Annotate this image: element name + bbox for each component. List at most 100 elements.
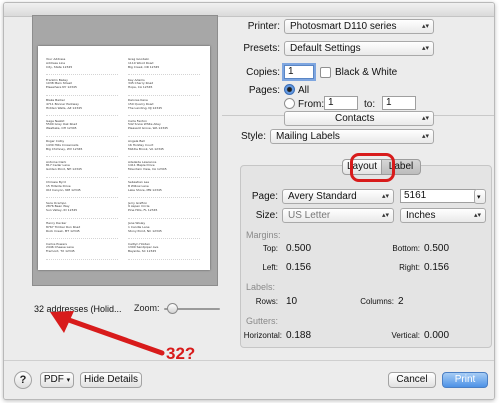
chevron-down-icon: ▾ xyxy=(477,194,481,201)
cancel-button[interactable]: Cancel xyxy=(388,372,436,388)
label-code-value: 5161 xyxy=(404,190,427,201)
preview-address-line: Hope, CA 12345 xyxy=(128,86,153,90)
units-value: Inches xyxy=(406,210,436,221)
copies-label: Copies: xyxy=(246,67,280,78)
style-label: Style: xyxy=(240,131,266,142)
preview-address-label: Kay Adams 345 Cherry Road Hope, CA 12345 xyxy=(128,79,200,96)
hide-details-button[interactable]: Hide Details xyxy=(80,372,142,388)
labels-heading: Labels: xyxy=(246,282,276,292)
pages-to-label: to: xyxy=(364,99,376,110)
preview-address-line: Pleasant Grove, WA 12345 xyxy=(128,127,168,131)
preview-address-label: Jane Wisley 1 Candle Lane Stony Point, NC … xyxy=(128,222,200,239)
columns-label: Columns: xyxy=(360,297,394,306)
preview-address-label: Roger Colby 1430 Hills Crossroads Big Chim… xyxy=(46,140,118,157)
margins-heading: Margins: xyxy=(246,230,281,240)
preview-address-line: Middle Brook, VA 12345 xyxy=(128,147,164,151)
preview-address-label: Greg Goodwin 1110 Wood Road Big Creek, OR … xyxy=(128,58,200,75)
app-options-popup[interactable]: Contacts ▴▾ xyxy=(284,111,434,126)
preview-address-label: Chrissie Byrd 15 Hillside Drive Old Canyon… xyxy=(46,181,118,198)
rows-label: Rows: xyxy=(255,297,278,306)
preview-address-label: Your Address Address Line City, State 1234… xyxy=(46,58,118,75)
printer-popup[interactable]: Photosmart D110 series ▴▾ xyxy=(284,19,434,34)
updown-arrows-icon: ▴▾ xyxy=(421,45,429,52)
pages-range-radio[interactable] xyxy=(284,98,295,109)
updown-arrows-icon: ▴▾ xyxy=(421,133,429,140)
pages-from-field[interactable]: 1 xyxy=(324,96,358,110)
preview-address-line: Pine Hills, FL 12345 xyxy=(128,209,158,213)
preview-address-label: Franklin Bailey 1038 Main Street Elsewhere… xyxy=(46,79,118,96)
margin-bottom-label: Bottom: xyxy=(392,244,420,253)
style-value: Mailing Labels xyxy=(276,131,340,142)
gutter-horizontal-value[interactable]: 0.188 xyxy=(286,330,311,341)
pages-to-field[interactable]: 1 xyxy=(382,96,416,110)
page-type-label: Page: xyxy=(251,191,278,202)
preview-address-label: Caitlyn Holden 1300 Sandpiper Ave Bayside,… xyxy=(128,243,200,260)
preview-address-label: Sebastian Lee 8 Willow Lane Lake Shore, MN… xyxy=(128,181,200,198)
print-dialog: Your Address Address Line City, State 1234… xyxy=(3,2,495,400)
preview-address-line: Old Canyon, NM 12345 xyxy=(46,188,81,192)
preview-address-label: Delores Kane 150 Quarry Road The Landing, … xyxy=(128,99,200,116)
copies-field[interactable]: 1 xyxy=(284,65,314,79)
preview-address-label: Angela Bell 16 Holiday Court Middle Brook,… xyxy=(128,140,200,157)
printer-value: Photosmart D110 series xyxy=(290,21,397,32)
pages-all-label: All xyxy=(298,85,310,96)
updown-arrows-icon: ▴▾ xyxy=(381,212,389,219)
preview-address-line: Elsewhere NY 12345 xyxy=(46,86,77,90)
preview-address-label: Sara Ocampo 2876 Bean Way Sun Valley, ID 1… xyxy=(46,202,118,219)
preview-address-label: Blake Barker 4711 Bonner Parkway Hidden We… xyxy=(46,99,118,116)
preview-address-label: Carla Fenton 542 Snow White Alley Pleasant… xyxy=(128,120,200,137)
annotation-highlight xyxy=(350,153,395,182)
pdf-label: PDF xyxy=(43,374,64,385)
rows-value[interactable]: 10 xyxy=(286,296,297,307)
size-label: Size: xyxy=(255,210,278,221)
printer-label: Printer: xyxy=(247,21,280,32)
preview-address-line: Stony Point, NC 12345 xyxy=(128,229,162,233)
size-popup[interactable]: US Letter ▴▾ xyxy=(282,208,394,223)
preview-address-line: Mountain View, CA 12345 xyxy=(128,168,167,172)
preview-address-line: Sun Valley, ID 12345 xyxy=(46,209,78,213)
label-code-combo[interactable]: 5161 xyxy=(400,189,476,203)
style-popup[interactable]: Mailing Labels ▴▾ xyxy=(270,129,434,144)
preview-address-line: Westlake, OH 12345 xyxy=(46,127,77,131)
preview-address-line: Big Creek, OR 12345 xyxy=(128,65,160,69)
margin-right-label: Right: xyxy=(399,263,420,272)
app-options-value: Contacts xyxy=(335,113,375,124)
preview-address-line: The Landing, NJ 12345 xyxy=(128,106,163,110)
black-white-label: Black & White xyxy=(335,67,398,78)
updown-arrows-icon: ▴▾ xyxy=(473,212,481,219)
chevron-down-icon: ▾ xyxy=(66,377,71,384)
margin-top-value[interactable]: 0.500 xyxy=(286,243,311,254)
label-code-dropdown[interactable]: ▾ xyxy=(474,189,486,204)
updown-arrows-icon: ▴▾ xyxy=(381,193,389,200)
pdf-menu-button[interactable]: PDF ▾ xyxy=(40,372,74,388)
black-white-checkbox[interactable] xyxy=(320,67,331,78)
preview-address-label: Henry Decker 8767 Timber Run Road Rock Cre… xyxy=(46,222,118,239)
margin-right-value[interactable]: 0.156 xyxy=(424,262,449,273)
preview-address-line: Hidden Wells, AZ 12345 xyxy=(46,106,82,110)
units-popup[interactable]: Inches ▴▾ xyxy=(400,208,486,223)
help-button[interactable]: ? xyxy=(14,371,32,389)
pages-label: Pages: xyxy=(248,85,280,96)
gutter-vertical-label: Vertical: xyxy=(391,331,420,340)
gutter-horizontal-label: Horizontal: xyxy=(243,331,282,340)
updown-arrows-icon: ▴▾ xyxy=(421,23,429,30)
gutter-vertical-value[interactable]: 0.000 xyxy=(424,330,449,341)
print-button[interactable]: Print xyxy=(442,372,488,388)
gutters-heading: Gutters: xyxy=(246,316,279,326)
pages-all-radio[interactable] xyxy=(284,84,295,95)
preview-address-line: City, State 12345 xyxy=(46,65,73,69)
presets-popup[interactable]: Default Settings ▴▾ xyxy=(284,41,434,56)
preview-address-label: Antoine Clark 817 Cedar Lane Golden Pond, … xyxy=(46,161,118,178)
updown-arrows-icon: ▴▾ xyxy=(421,115,429,122)
columns-value[interactable]: 2 xyxy=(398,296,404,307)
preview-address-line: Rock Creek, MT 12345 xyxy=(46,229,80,233)
margin-bottom-value[interactable]: 0.500 xyxy=(424,243,449,254)
preview-address-label: Jerry Grafton 9 Aspen Circle Pine Hills, F… xyxy=(128,202,200,219)
presets-label: Presets: xyxy=(243,43,280,54)
presets-value: Default Settings xyxy=(290,43,361,54)
margin-left-label: Left: xyxy=(262,263,278,272)
preview-address-label: Adelaide Lawrence 1411 Maple Drive Mountai… xyxy=(128,161,200,178)
page-type-popup[interactable]: Avery Standard ▴▾ xyxy=(282,189,394,204)
margin-left-value[interactable]: 0.156 xyxy=(286,262,311,273)
preview-address-line: Big Chimney, WV 12345 xyxy=(46,147,83,151)
